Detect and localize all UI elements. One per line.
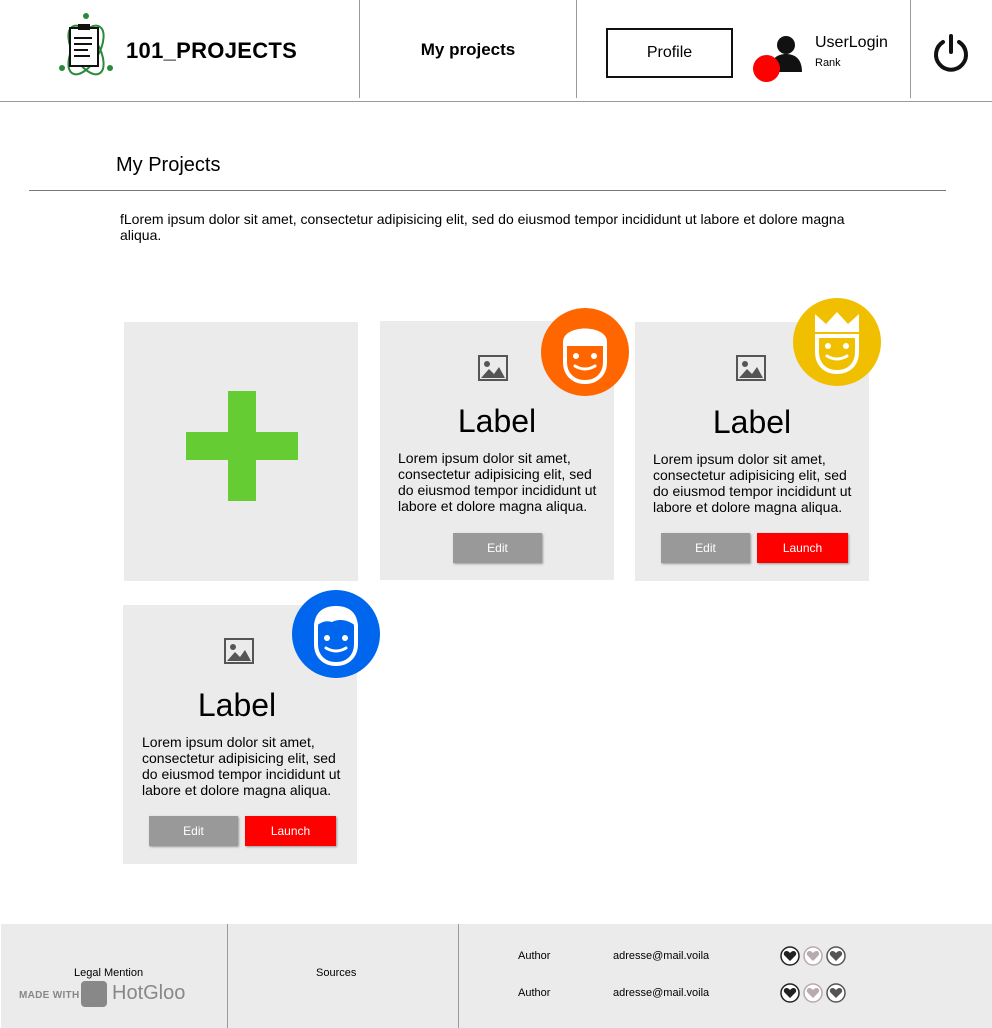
heart-icon[interactable] [826,946,846,966]
footer: Legal Mention MADE WITH HotGloo Sources … [1,924,992,1028]
author-name: Author [518,950,551,962]
edit-button[interactable]: Edit [149,816,238,846]
hotgloo-badge[interactable]: MADE WITH HotGloo [19,981,189,1009]
person-avatar-icon [292,590,380,678]
edit-button[interactable]: Edit [453,533,542,563]
hotgloo-name: HotGloo [112,982,186,1004]
image-placeholder-icon [736,355,766,381]
status-dot [753,55,780,82]
heart-icon[interactable] [826,983,846,1003]
add-project-card[interactable] [124,322,358,581]
user-login-name[interactable]: UserLogin [815,34,888,52]
made-with-text: MADE WITH [19,990,80,1001]
card-label: Label [712,404,792,440]
launch-button[interactable]: Launch [245,816,336,846]
edit-button[interactable]: Edit [661,533,750,563]
card-description: Lorem ipsum dolor sit amet, consectetur … [653,451,852,515]
page-title: My Projects [116,154,221,176]
intro-text: fLorem ipsum dolor sit amet, consectetur… [120,211,845,243]
image-placeholder-icon [224,638,254,664]
heart-icon[interactable] [780,946,800,966]
king-avatar-icon [793,298,881,386]
nav-my-projects[interactable]: My projects [360,40,576,60]
card-description: Lorem ipsum dolor sit amet, consectetur … [398,450,597,514]
heart-icon[interactable] [803,983,823,1003]
author-email[interactable]: adresse@mail.voila [613,950,709,962]
image-placeholder-icon [478,355,508,381]
legal-mention-link[interactable]: Legal Mention [74,967,143,979]
section-divider [29,190,946,191]
heart-icon[interactable] [803,946,823,966]
footer-divider [458,924,459,1028]
card-description: Lorem ipsum dolor sit amet, consectetur … [142,734,341,798]
launch-button[interactable]: Launch [757,533,848,563]
heart-icon[interactable] [780,983,800,1003]
power-icon[interactable] [932,34,970,72]
card-label: Label [197,687,277,723]
sources-link[interactable]: Sources [316,967,356,979]
author-name: Author [518,987,551,999]
card-label: Label [457,403,537,439]
header-divider [910,0,911,98]
author-email[interactable]: adresse@mail.voila [613,987,709,999]
project-logo-icon [59,13,113,76]
header-divider [576,0,577,98]
plus-icon[interactable] [186,432,298,460]
profile-button[interactable]: Profile [606,28,733,78]
app-title: 101_PROJECTS [126,38,298,63]
header: 101_PROJECTS My projects Profile UserLog… [0,0,992,102]
hotgloo-logo-icon [81,981,107,1007]
worker-avatar-icon [541,308,629,396]
footer-divider [227,924,228,1028]
user-rank: Rank [815,57,841,69]
